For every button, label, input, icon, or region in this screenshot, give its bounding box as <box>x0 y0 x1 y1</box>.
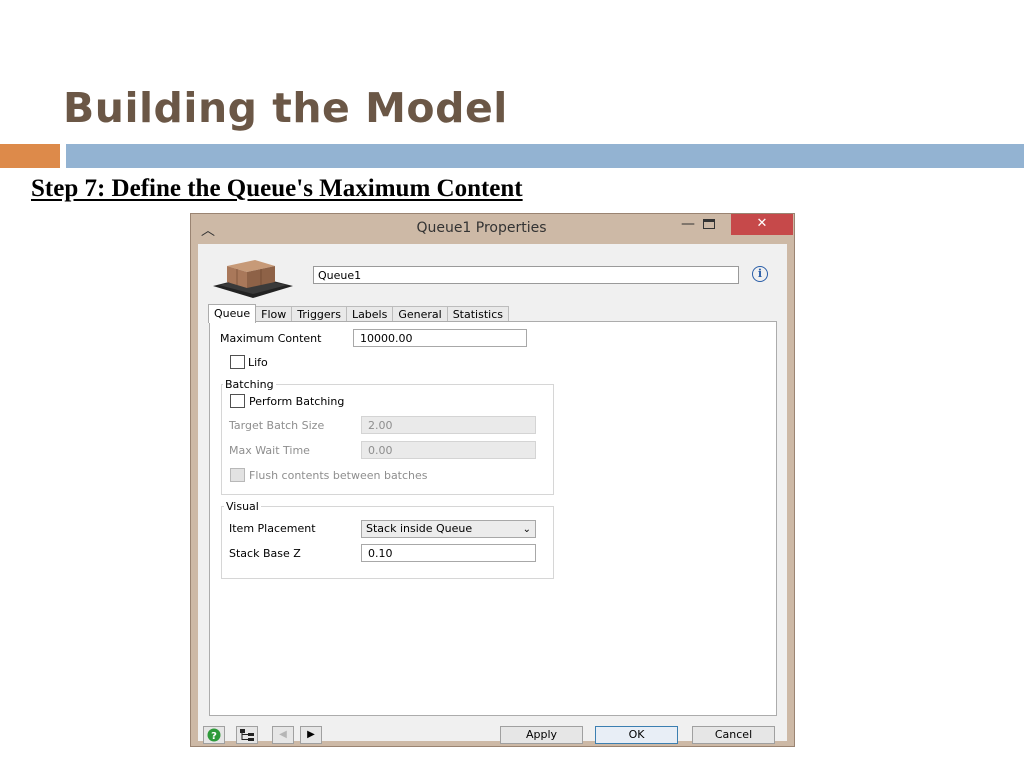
max-wait-time-label: Max Wait Time <box>229 444 310 457</box>
tab-triggers[interactable]: Triggers <box>291 306 347 322</box>
tab-queue[interactable]: Queue <box>208 304 257 323</box>
help-icon: ? <box>207 728 221 742</box>
flush-contents-checkbox[interactable] <box>230 468 245 482</box>
max-wait-time-input[interactable] <box>361 441 536 459</box>
object-name-input[interactable] <box>313 266 739 284</box>
visual-group-title: Visual <box>224 500 261 513</box>
lifo-label: Lifo <box>248 356 268 369</box>
triangle-left-icon: ◀ <box>279 729 287 740</box>
item-placement-select[interactable]: Stack inside Queue ⌄ <box>361 520 536 538</box>
properties-dialog: ︿ Queue1 Properties — ✕ i Queue Flow Tri… <box>190 213 795 747</box>
slide-title: Building the Model <box>63 84 508 132</box>
visual-group: Visual Item Placement Stack inside Queue… <box>221 500 554 579</box>
step-heading: Step 7: Define the Queue's Maximum Conte… <box>31 175 523 202</box>
accent-bar-orange <box>0 144 60 168</box>
lifo-checkbox[interactable] <box>230 355 245 369</box>
apply-button[interactable]: Apply <box>500 726 583 744</box>
next-object-button[interactable]: ▶ <box>300 726 322 744</box>
close-button[interactable]: ✕ <box>731 214 793 235</box>
target-batch-size-label: Target Batch Size <box>229 419 325 432</box>
max-content-input[interactable] <box>353 329 527 347</box>
queue-object-icon <box>213 260 293 298</box>
dialog-client-area: i Queue Flow Triggers Labels General Sta… <box>198 244 787 744</box>
triangle-right-icon: ▶ <box>307 729 315 740</box>
previous-object-button[interactable]: ◀ <box>272 726 294 744</box>
perform-batching-checkbox[interactable] <box>230 394 245 408</box>
chevron-down-icon: ⌄ <box>522 524 531 535</box>
minimize-button[interactable]: — <box>675 216 701 236</box>
target-batch-size-input[interactable] <box>361 416 536 434</box>
title-bar[interactable]: ︿ Queue1 Properties — ✕ <box>191 214 794 242</box>
property-tabs: Queue Flow Triggers Labels General Stati… <box>208 304 509 323</box>
batching-group: Batching Perform Batching Target Batch S… <box>221 378 554 495</box>
flush-contents-label: Flush contents between batches <box>249 469 428 482</box>
help-button[interactable]: ? <box>203 726 225 744</box>
svg-text:?: ? <box>211 731 217 742</box>
tab-general[interactable]: General <box>392 306 448 322</box>
tab-statistics[interactable]: Statistics <box>446 306 509 322</box>
stack-base-z-label: Stack Base Z <box>229 547 301 560</box>
item-placement-label: Item Placement <box>229 522 316 535</box>
maximize-button[interactable] <box>703 219 715 229</box>
accent-bar-blue <box>66 144 1024 168</box>
tree-view-button[interactable] <box>236 726 258 744</box>
info-icon[interactable]: i <box>752 266 768 282</box>
stack-base-z-input[interactable] <box>361 544 536 562</box>
tab-labels[interactable]: Labels <box>345 306 394 322</box>
batching-group-title: Batching <box>223 378 276 391</box>
max-content-label: Maximum Content <box>220 332 322 345</box>
cancel-button[interactable]: Cancel <box>692 726 775 744</box>
tree-icon <box>240 729 254 741</box>
perform-batching-label: Perform Batching <box>249 395 345 408</box>
item-placement-value: Stack inside Queue <box>366 522 473 535</box>
queue-tab-panel: Maximum Content Lifo Batching Perform Ba… <box>209 321 777 716</box>
ok-button[interactable]: OK <box>595 726 678 744</box>
tab-flow[interactable]: Flow <box>255 306 293 322</box>
